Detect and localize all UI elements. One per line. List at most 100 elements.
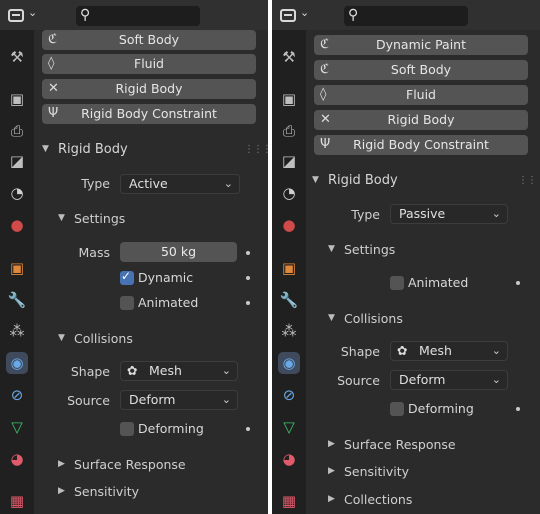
type-dropdown[interactable]: Passive ⌄ (390, 204, 508, 224)
texture-icon[interactable]: ▦ (6, 490, 28, 512)
soft-body-button[interactable]: ℭ Soft Body (42, 30, 256, 50)
render-icon[interactable]: ▣ (278, 88, 300, 110)
collapse-triangle-icon[interactable]: ▼ (42, 144, 49, 154)
deforming-checkbox[interactable] (120, 422, 134, 436)
keyframe-dot[interactable] (246, 251, 250, 255)
view-layer-icon[interactable]: ◪ (278, 150, 300, 172)
expand-triangle-icon[interactable]: ▶ (58, 459, 65, 469)
animated-checkbox[interactable] (390, 276, 404, 290)
rigid-body-constraint-button[interactable]: Ψ Rigid Body Constraint (42, 104, 256, 124)
surface-response-subpanel-title[interactable]: Surface Response (344, 437, 456, 452)
physics-icon[interactable]: ◉ (6, 352, 28, 374)
shape-value: Mesh (149, 363, 182, 378)
drag-grip-icon[interactable]: ⋮⋮⋮ (518, 175, 540, 186)
constraint-icon[interactable]: ⊘ (278, 384, 300, 406)
collisions-subpanel-title[interactable]: Collisions (74, 331, 133, 346)
sensitivity-subpanel-title[interactable]: Sensitivity (344, 464, 409, 479)
material-icon[interactable]: ◕ (278, 448, 300, 470)
header-bar: ⌄ ⚲ (0, 0, 268, 30)
expand-triangle-icon[interactable]: ▶ (328, 466, 335, 476)
world-icon[interactable]: ● (6, 214, 28, 236)
tool-icon[interactable]: ⚒ (278, 46, 300, 68)
editor-type-button[interactable]: ⌄ (278, 6, 314, 26)
source-label: Source (67, 393, 110, 408)
rigid-body-button[interactable]: ✕ Rigid Body (314, 110, 528, 130)
settings-subpanel-title[interactable]: Settings (74, 211, 125, 226)
keyframe-dot[interactable] (246, 427, 250, 431)
data-icon[interactable]: ▽ (6, 416, 28, 438)
properties-tab-bar: ⚒ ▣ ⎙ ◪ ◔ ● ▣ 🔧 ⁂ ◉ ⊘ ▽ ◕ ▦ (0, 30, 34, 514)
keyframe-dot[interactable] (516, 407, 520, 411)
properties-content: ℭ Dynamic Paint ℭ Soft Body ◊ Fluid ✕ Ri… (306, 30, 540, 514)
scene-icon[interactable]: ◔ (6, 182, 28, 204)
collapse-triangle-icon[interactable]: ▼ (58, 333, 65, 343)
collections-subpanel-title[interactable]: Collections (344, 492, 412, 507)
settings-subpanel-title[interactable]: Settings (344, 242, 395, 257)
dynamic-paint-button[interactable]: ℭ Dynamic Paint (314, 35, 528, 55)
collapse-triangle-icon[interactable]: ▼ (312, 175, 319, 185)
dynamic-paint-icon: ℭ (320, 37, 330, 52)
mass-field[interactable]: 50 kg (120, 242, 237, 262)
editor-type-button[interactable]: ⌄ (6, 6, 42, 26)
output-icon[interactable]: ⎙ (278, 120, 300, 142)
surface-response-subpanel-title[interactable]: Surface Response (74, 457, 186, 472)
deforming-checkbox[interactable] (390, 402, 404, 416)
modifier-icon[interactable]: 🔧 (278, 289, 300, 311)
source-dropdown[interactable]: Deform ⌄ (120, 390, 238, 410)
keyframe-dot[interactable] (246, 301, 250, 305)
expand-triangle-icon[interactable]: ▶ (328, 494, 335, 504)
material-icon[interactable]: ◕ (6, 448, 28, 470)
render-icon[interactable]: ▣ (6, 88, 28, 110)
texture-icon[interactable]: ▦ (278, 490, 300, 512)
search-input[interactable]: ⚲ (76, 6, 200, 26)
data-icon[interactable]: ▽ (278, 416, 300, 438)
close-icon: ✕ (48, 81, 59, 96)
rigid-body-button[interactable]: ✕ Rigid Body (42, 79, 256, 99)
collapse-triangle-icon[interactable]: ▼ (58, 213, 65, 223)
world-icon[interactable]: ● (278, 214, 300, 236)
shape-dropdown[interactable]: ✿ Mesh ⌄ (390, 341, 508, 361)
button-label: Dynamic Paint (375, 37, 467, 52)
fluid-icon: ◊ (320, 87, 327, 102)
animated-label: Animated (408, 275, 469, 290)
source-label: Source (337, 373, 380, 388)
rigid-body-constraint-icon: Ψ (320, 137, 331, 152)
soft-body-icon: ℭ (320, 62, 330, 77)
fluid-button[interactable]: ◊ Fluid (42, 54, 256, 74)
collapse-triangle-icon[interactable]: ▼ (328, 313, 335, 323)
rigid-body-panel-title[interactable]: Rigid Body (58, 142, 128, 157)
soft-body-button[interactable]: ℭ Soft Body (314, 60, 528, 80)
object-icon[interactable]: ▣ (278, 257, 300, 279)
keyframe-dot[interactable] (516, 281, 520, 285)
view-layer-icon[interactable]: ◪ (6, 150, 28, 172)
rigid-body-panel-title[interactable]: Rigid Body (328, 173, 398, 188)
animated-checkbox[interactable] (120, 296, 134, 310)
fluid-button[interactable]: ◊ Fluid (314, 85, 528, 105)
search-input[interactable]: ⚲ (344, 6, 468, 26)
source-dropdown[interactable]: Deform ⌄ (390, 370, 508, 390)
dynamic-checkbox[interactable] (120, 269, 134, 285)
object-icon[interactable]: ▣ (6, 257, 28, 279)
output-icon[interactable]: ⎙ (6, 120, 28, 142)
sensitivity-subpanel-title[interactable]: Sensitivity (74, 484, 139, 499)
expand-triangle-icon[interactable]: ▶ (328, 439, 335, 449)
type-dropdown[interactable]: Active ⌄ (120, 174, 240, 194)
tool-icon[interactable]: ⚒ (6, 46, 28, 68)
constraint-icon[interactable]: ⊘ (6, 384, 28, 406)
modifier-icon[interactable]: 🔧 (6, 289, 28, 311)
scene-icon[interactable]: ◔ (278, 182, 300, 204)
rigid-body-constraint-button[interactable]: Ψ Rigid Body Constraint (314, 135, 528, 155)
shape-dropdown[interactable]: ✿ Mesh ⌄ (120, 361, 238, 381)
type-label: Type (351, 207, 380, 222)
particles-icon[interactable]: ⁂ (6, 320, 28, 342)
drag-grip-icon[interactable]: ⋮⋮⋮ (244, 144, 268, 155)
properties-editor-icon (280, 9, 296, 22)
chevron-down-icon: ⌄ (491, 344, 501, 357)
chevron-down-icon: ⌄ (491, 373, 501, 386)
collisions-subpanel-title[interactable]: Collisions (344, 311, 403, 326)
expand-triangle-icon[interactable]: ▶ (58, 486, 65, 496)
physics-icon[interactable]: ◉ (278, 352, 300, 374)
collapse-triangle-icon[interactable]: ▼ (328, 244, 335, 254)
keyframe-dot[interactable] (246, 276, 250, 280)
particles-icon[interactable]: ⁂ (278, 320, 300, 342)
